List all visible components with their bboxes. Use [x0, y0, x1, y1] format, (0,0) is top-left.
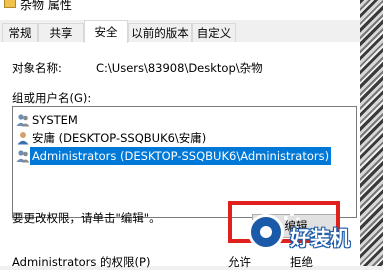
users-group-icon [16, 150, 30, 163]
watermark-text: 好装机 [290, 226, 350, 250]
window-title: 杂物 属性 [20, 0, 72, 12]
tab-security[interactable]: 安全 [84, 20, 128, 43]
watermark-logo-icon [248, 214, 284, 250]
group-user-label: 组或用户名(G): [12, 91, 92, 105]
allow-column-header: 允许 [228, 255, 251, 269]
permissions-label: Administrators 的权限(P) [12, 255, 151, 269]
background-photo [360, 0, 383, 266]
folder-icon [4, 0, 16, 8]
tab-previous-versions[interactable]: 以前的版本 [128, 23, 192, 42]
deny-column-header: 拒绝 [290, 255, 313, 269]
list-item-label: SYSTEM [32, 113, 78, 127]
list-item-label: Administrators (DESKTOP-SSQBUK6\Administ… [30, 147, 332, 165]
object-name-value: C:\Users\83908\Desktop\杂物 [96, 61, 263, 75]
users-group-icon [16, 114, 30, 127]
tab-general[interactable]: 常规 [2, 23, 38, 42]
tab-strip: 常规 共享 安全 以前的版本 自定义 [0, 20, 383, 43]
user-icon [17, 132, 29, 145]
object-name-label: 对象名称: [12, 61, 62, 75]
tab-sharing[interactable]: 共享 [38, 23, 84, 42]
group-user-list[interactable]: SYSTEM 安庸 (DESKTOP-SSQBUK6\安庸) Administr… [12, 106, 357, 218]
list-item-label: 安庸 (DESKTOP-SSQBUK6\安庸) [32, 131, 207, 145]
tab-customize[interactable]: 自定义 [192, 23, 236, 42]
edit-hint-text: 要更改权限，请单击"编辑"。 [12, 211, 161, 225]
title-bar: 杂物 属性 [0, 0, 383, 20]
